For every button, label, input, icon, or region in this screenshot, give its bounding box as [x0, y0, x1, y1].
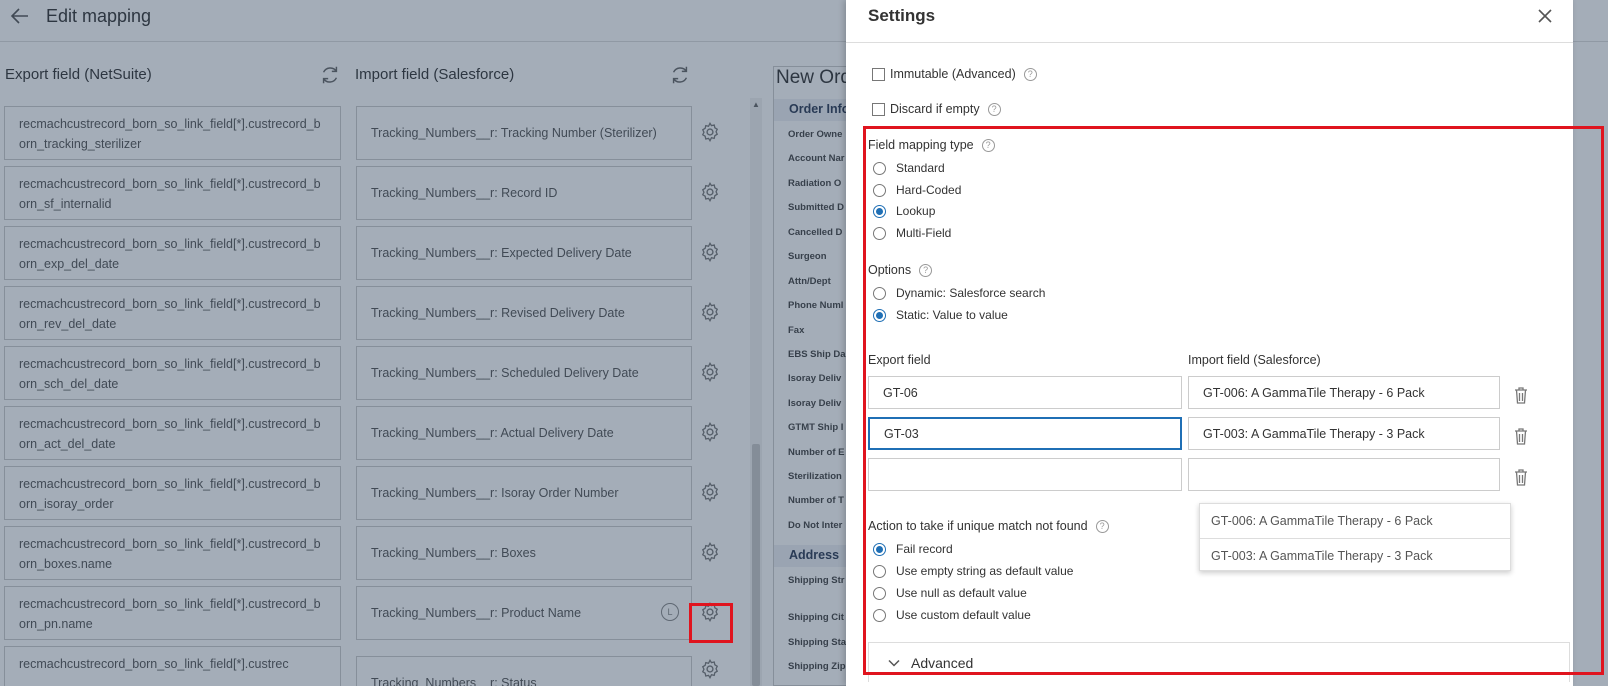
trash-icon[interactable]	[1513, 468, 1529, 486]
lookup-export-input[interactable]	[868, 458, 1182, 491]
lookup-export-input[interactable]: GT-06	[868, 376, 1182, 409]
import-value-dropdown: GT-006: A GammaTile Therapy - 6 Pack GT-…	[1199, 503, 1511, 571]
radio-lookup[interactable]: Lookup	[873, 204, 935, 218]
radio-label: Hard-Coded	[896, 183, 962, 197]
chevron-down-icon	[887, 656, 901, 670]
drawer-title: Settings	[868, 6, 936, 25]
advanced-section-toggle[interactable]: Advanced	[868, 642, 1570, 682]
radio-button-selected[interactable]	[873, 308, 886, 322]
radio-dynamic-search[interactable]: Dynamic: Salesforce search	[873, 286, 1045, 300]
lookup-import-input[interactable]	[1188, 458, 1500, 491]
export-field-header: Export field	[868, 353, 931, 367]
help-icon[interactable]: ?	[1095, 519, 1109, 533]
gear-highlight-box	[689, 603, 733, 643]
radio-button[interactable]	[873, 586, 886, 600]
radio-button[interactable]	[873, 286, 886, 300]
radio-label: Multi-Field	[896, 226, 952, 240]
discard-checkbox-row[interactable]: Discard if empty ?	[872, 102, 1001, 116]
radio-custom-default[interactable]: Use custom default value	[873, 608, 1031, 622]
radio-label: Use null as default value	[896, 586, 1027, 600]
help-icon[interactable]: ?	[919, 263, 933, 277]
radio-label: Standard	[896, 161, 945, 175]
advanced-label: Advanced	[911, 654, 974, 671]
trash-icon[interactable]	[1513, 427, 1529, 445]
immutable-label: Immutable (Advanced)	[890, 67, 1016, 81]
dropdown-option[interactable]: GT-006: A GammaTile Therapy - 6 Pack	[1200, 504, 1510, 538]
lookup-export-input-focused[interactable]: GT-03	[868, 417, 1182, 450]
action-heading: Action to take if unique match not found…	[868, 519, 1109, 533]
settings-drawer: Settings Immutable (Advanced) ? Discard …	[846, 0, 1573, 686]
help-icon[interactable]: ?	[981, 138, 995, 152]
radio-label: Use empty string as default value	[896, 564, 1074, 578]
radio-label: Dynamic: Salesforce search	[896, 286, 1046, 300]
radio-label: Use custom default value	[896, 608, 1031, 622]
radio-button[interactable]	[873, 226, 886, 240]
field-mapping-type-label: Field mapping type	[868, 138, 974, 152]
radio-button[interactable]	[873, 161, 886, 175]
radio-button[interactable]	[873, 183, 886, 197]
radio-null-default[interactable]: Use null as default value	[873, 586, 1027, 600]
action-label: Action to take if unique match not found	[868, 519, 1088, 533]
lookup-import-input[interactable]: GT-003: A GammaTile Therapy - 3 Pack	[1188, 417, 1500, 450]
options-heading: Options ?	[868, 263, 933, 277]
radio-button[interactable]	[873, 564, 886, 578]
discard-label: Discard if empty	[890, 102, 980, 116]
options-label: Options	[868, 263, 912, 277]
radio-label: Fail record	[896, 542, 953, 556]
field-mapping-type-heading: Field mapping type ?	[868, 138, 995, 152]
radio-label: Lookup	[896, 204, 936, 218]
dropdown-option[interactable]: GT-003: A GammaTile Therapy - 3 Pack	[1200, 538, 1510, 572]
lookup-import-input[interactable]: GT-006: A GammaTile Therapy - 6 Pack	[1188, 376, 1500, 409]
radio-button[interactable]	[873, 608, 886, 622]
radio-empty-string[interactable]: Use empty string as default value	[873, 564, 1073, 578]
radio-static-value[interactable]: Static: Value to value	[873, 308, 1008, 322]
radio-button-selected[interactable]	[873, 204, 886, 218]
radio-hard-coded[interactable]: Hard-Coded	[873, 183, 961, 197]
import-field-header: Import field (Salesforce)	[1188, 353, 1321, 367]
drawer-header: Settings	[846, 0, 1573, 43]
trash-icon[interactable]	[1513, 386, 1529, 404]
help-icon[interactable]: ?	[987, 102, 1001, 116]
radio-multi-field[interactable]: Multi-Field	[873, 226, 951, 240]
immutable-checkbox[interactable]	[872, 67, 885, 81]
immutable-checkbox-row[interactable]: Immutable (Advanced) ?	[872, 67, 1037, 81]
close-icon[interactable]	[1535, 6, 1555, 26]
radio-button-selected[interactable]	[873, 542, 886, 556]
radio-fail-record[interactable]: Fail record	[873, 542, 953, 556]
radio-standard[interactable]: Standard	[873, 161, 945, 175]
radio-label: Static: Value to value	[896, 308, 1008, 322]
help-icon[interactable]: ?	[1023, 67, 1037, 81]
discard-checkbox[interactable]	[872, 102, 885, 116]
